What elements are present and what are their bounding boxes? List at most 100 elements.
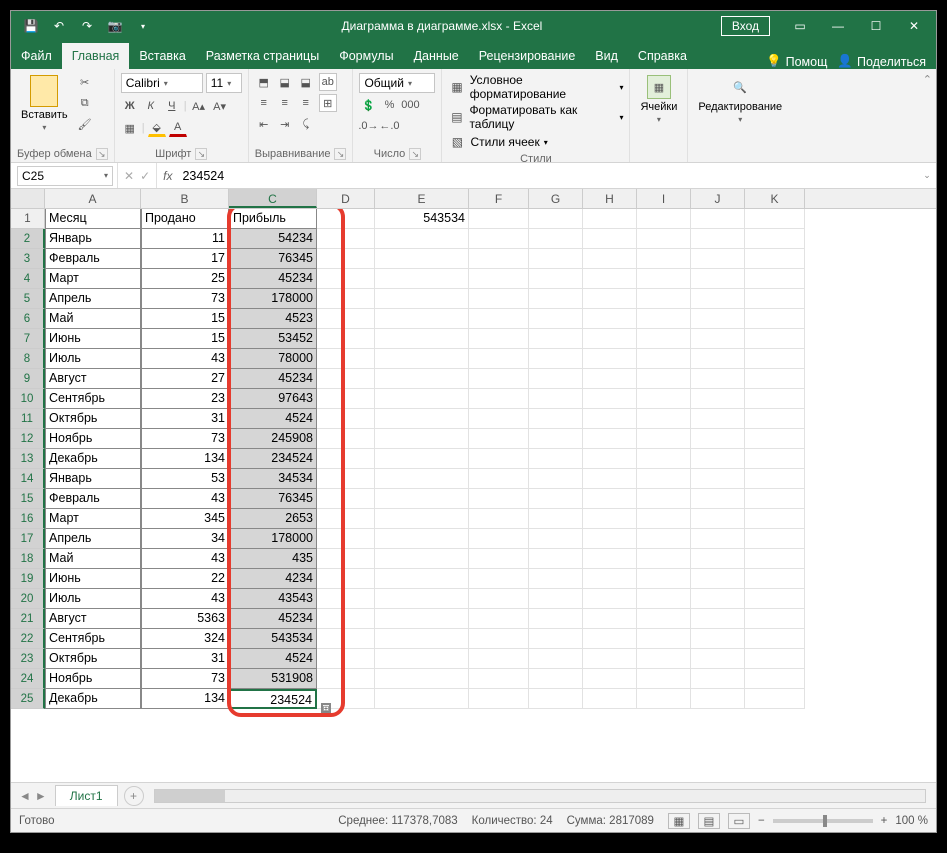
zoom-out-icon[interactable]: − (758, 815, 765, 827)
cell-G6[interactable] (529, 309, 583, 329)
cell-A3[interactable]: Февраль (45, 249, 141, 269)
cell-E12[interactable] (375, 429, 469, 449)
cell-C3[interactable]: 76345 (229, 249, 317, 269)
dialog-launcher-icon[interactable]: ↘ (96, 148, 108, 160)
cell-K2[interactable] (745, 229, 805, 249)
cell-D15[interactable] (317, 489, 375, 509)
cell-J7[interactable] (691, 329, 745, 349)
cell-B24[interactable]: 73 (141, 669, 229, 689)
cell-B9[interactable]: 27 (141, 369, 229, 389)
cell-K7[interactable] (745, 329, 805, 349)
cell-D21[interactable] (317, 609, 375, 629)
cell-J19[interactable] (691, 569, 745, 589)
row-header[interactable]: 16 (11, 509, 45, 529)
zoom-in-icon[interactable]: + (881, 815, 888, 827)
cell-K6[interactable] (745, 309, 805, 329)
new-sheet-button[interactable]: + (124, 786, 144, 806)
cell-H8[interactable] (583, 349, 637, 369)
row-header[interactable]: 20 (11, 589, 45, 609)
cell-K14[interactable] (745, 469, 805, 489)
cell-I24[interactable] (637, 669, 691, 689)
cell-D16[interactable] (317, 509, 375, 529)
tell-me[interactable]: 💡 Помощ (766, 54, 827, 69)
cell-E5[interactable] (375, 289, 469, 309)
cell-A14[interactable]: Январь (45, 469, 141, 489)
cell-G18[interactable] (529, 549, 583, 569)
col-header-H[interactable]: H (583, 189, 637, 208)
cell-I19[interactable] (637, 569, 691, 589)
underline-button[interactable]: Ч (163, 97, 181, 115)
login-button[interactable]: Вход (721, 16, 770, 36)
cell-E21[interactable] (375, 609, 469, 629)
maximize-icon[interactable]: ☐ (858, 11, 894, 41)
zoom-slider[interactable] (773, 819, 873, 823)
col-header-F[interactable]: F (469, 189, 529, 208)
cell-F24[interactable] (469, 669, 529, 689)
cell-A22[interactable]: Сентябрь (45, 629, 141, 649)
col-header-K[interactable]: K (745, 189, 805, 208)
page-break-view-icon[interactable]: ▭ (728, 813, 750, 829)
cell-K12[interactable] (745, 429, 805, 449)
cell-A4[interactable]: Март (45, 269, 141, 289)
cell-B21[interactable]: 5363 (141, 609, 229, 629)
cell-F15[interactable] (469, 489, 529, 509)
normal-view-icon[interactable]: ▦ (668, 813, 690, 829)
cell-G23[interactable] (529, 649, 583, 669)
row-header[interactable]: 6 (11, 309, 45, 329)
cell-I23[interactable] (637, 649, 691, 669)
cell-A23[interactable]: Октябрь (45, 649, 141, 669)
cell-A9[interactable]: Август (45, 369, 141, 389)
row-header[interactable]: 5 (11, 289, 45, 309)
sheet-next-icon[interactable]: ► (35, 789, 47, 803)
cell-E9[interactable] (375, 369, 469, 389)
cell-C21[interactable]: 45234 (229, 609, 317, 629)
row-header[interactable]: 15 (11, 489, 45, 509)
cell-B25[interactable]: 134 (141, 689, 229, 709)
cell-G3[interactable] (529, 249, 583, 269)
cell-K25[interactable] (745, 689, 805, 709)
cell-F4[interactable] (469, 269, 529, 289)
cell-H21[interactable] (583, 609, 637, 629)
tab-формулы[interactable]: Формулы (329, 43, 403, 69)
tab-разметка страницы[interactable]: Разметка страницы (196, 43, 329, 69)
cell-I6[interactable] (637, 309, 691, 329)
cell-A11[interactable]: Октябрь (45, 409, 141, 429)
cell-G17[interactable] (529, 529, 583, 549)
cell-D24[interactable] (317, 669, 375, 689)
cell-D3[interactable] (317, 249, 375, 269)
percent-format-icon[interactable]: % (380, 96, 398, 114)
cell-F11[interactable] (469, 409, 529, 429)
cell-A7[interactable]: Июнь (45, 329, 141, 349)
cell-G10[interactable] (529, 389, 583, 409)
cell-H3[interactable] (583, 249, 637, 269)
cell-K5[interactable] (745, 289, 805, 309)
camera-icon[interactable]: 📷 (103, 14, 127, 38)
font-color-icon[interactable]: A (169, 119, 187, 137)
cell-B1[interactable]: Продано (141, 209, 229, 229)
cell-D23[interactable] (317, 649, 375, 669)
format-painter-icon[interactable]: 🖌 (76, 115, 94, 133)
cell-J21[interactable] (691, 609, 745, 629)
cell-E10[interactable] (375, 389, 469, 409)
cell-K18[interactable] (745, 549, 805, 569)
cell-A15[interactable]: Февраль (45, 489, 141, 509)
cell-B15[interactable]: 43 (141, 489, 229, 509)
font-size-combo[interactable]: 11▾ (206, 73, 242, 93)
cell-K10[interactable] (745, 389, 805, 409)
cell-C24[interactable]: 531908 (229, 669, 317, 689)
cell-D11[interactable] (317, 409, 375, 429)
page-layout-view-icon[interactable]: ▤ (698, 813, 720, 829)
editing-button[interactable]: 🔍 Редактирование ▾ (694, 73, 786, 126)
cell-A25[interactable]: Декабрь (45, 689, 141, 709)
cell-G1[interactable] (529, 209, 583, 229)
row-header[interactable]: 14 (11, 469, 45, 489)
cell-H13[interactable] (583, 449, 637, 469)
cell-G20[interactable] (529, 589, 583, 609)
cell-E19[interactable] (375, 569, 469, 589)
cell-K22[interactable] (745, 629, 805, 649)
cell-A12[interactable]: Ноябрь (45, 429, 141, 449)
cell-B8[interactable]: 43 (141, 349, 229, 369)
number-format-combo[interactable]: Общий▾ (359, 73, 435, 93)
cell-E22[interactable] (375, 629, 469, 649)
cell-J22[interactable] (691, 629, 745, 649)
